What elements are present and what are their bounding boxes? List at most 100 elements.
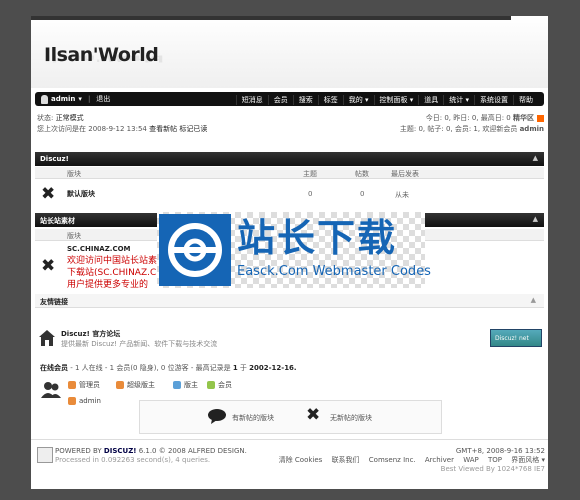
new-posts-links[interactable]: 查看新帖 标记已读 <box>149 125 207 133</box>
user-name[interactable]: admin <box>51 95 75 103</box>
forum-desc-line: 下载站(SC.CHINAZ.C <box>67 268 157 278</box>
discuz-badge[interactable]: Discuz! net <box>490 329 542 347</box>
col-forum: 版块 <box>67 170 81 178</box>
nav-separator: | <box>87 95 91 103</box>
server-time: GMT+8, 2008-9-16 13:52 <box>455 447 545 455</box>
forum-threads: 0 <box>308 190 313 198</box>
nav-item-stats[interactable]: 统计 ▾ <box>443 95 474 105</box>
links-title: 友情链接 <box>40 298 68 306</box>
processed-info: Processed in 0.092263 second(s), 4 queri… <box>55 456 211 464</box>
link-description: 提供最新 Discuz! 产品新闻、软件下载与技术交流 <box>61 340 218 348</box>
group-label: 版主 <box>184 381 198 389</box>
stats-totals: 主题: 0, 帖子: 0, 会员: 1, 欢迎新会员 <box>399 125 518 133</box>
collapse-icon[interactable]: ▲ <box>533 154 538 162</box>
nav-item-messages[interactable]: 短消息 <box>235 95 268 105</box>
online-user[interactable]: admin <box>68 397 101 405</box>
rss-icon[interactable] <box>537 114 544 122</box>
collapse-icon[interactable]: ▲ <box>531 296 536 304</box>
powered-prefix: POWERED BY <box>55 447 102 455</box>
nav-item-search[interactable]: 搜索 <box>292 95 318 105</box>
online-title[interactable]: 在线会员 <box>40 364 68 372</box>
contact-link[interactable]: 联系我们 <box>332 456 360 464</box>
nav-item-magic[interactable]: 道具 <box>418 95 443 105</box>
forum-last-post: 从未 <box>395 191 409 199</box>
collapse-icon[interactable]: ▲ <box>533 215 538 223</box>
watermark-logo-icon <box>159 214 231 286</box>
site-logo-reflection: Ilsan'World <box>44 53 164 63</box>
last-visit-label: 您上次访问是在 <box>37 125 86 133</box>
group-super-mod[interactable]: 超级版主 <box>116 380 155 390</box>
no-new-posts-icon: ✖ <box>306 405 321 425</box>
digest-link[interactable]: 精华区 <box>513 114 534 122</box>
table-header: 版块 主题 帖数 最后发表 <box>35 167 544 179</box>
badge-text: Discuz! net <box>495 335 529 342</box>
forum-legend: 有新帖的版块 ✖ 无新帖的版块 <box>139 400 442 434</box>
admin-icon <box>68 381 76 389</box>
nav-item-my[interactable]: 我的 ▾ <box>342 95 374 105</box>
discuz-link[interactable]: DISCUZ! <box>104 447 137 455</box>
group-label: 会员 <box>218 381 232 389</box>
user-icon <box>41 94 48 104</box>
group-mod[interactable]: 版主 <box>173 380 198 390</box>
powered-suffix: 6.1.0 © 2008 ALFRED DESIGN. <box>138 447 247 455</box>
links-header: 友情链接 ▲ <box>35 294 544 308</box>
col-last-post: 最后发表 <box>391 170 419 178</box>
online-record: 1 <box>232 364 238 372</box>
forum-desc-line: 欢迎访问中国站长站素 <box>67 256 158 266</box>
discuz-logo-icon <box>37 447 53 463</box>
no-new-posts-icon: ✖ <box>41 184 56 204</box>
new-posts-icon <box>208 409 226 424</box>
forum-description: 欢迎访问中国站长站素 下载站(SC.CHINAZ.C 用户提供更多专业的 <box>67 255 157 291</box>
top-navbar: admin ▾ | 退出 短消息 会员 搜索 标签 我的 ▾ 控制面板 ▾ 道具… <box>35 92 544 106</box>
last-visit-time: 2008-9-12 13:54 <box>88 125 147 133</box>
archiver-link[interactable]: Archiver <box>425 456 454 464</box>
category-title[interactable]: 站长站素材 <box>40 216 75 226</box>
online-record-date: 2002-12-16. <box>249 364 297 372</box>
chevron-down-icon[interactable]: ▾ <box>78 95 82 103</box>
nav-menu: 短消息 会员 搜索 标签 我的 ▾ 控制面板 ▾ 道具 统计 ▾ 系统设置 帮助 <box>235 95 538 105</box>
col-posts: 帖数 <box>355 170 369 178</box>
mod-icon <box>173 381 181 389</box>
watermark-emblem <box>168 223 222 277</box>
footer-right: GMT+8, 2008-9-16 13:52 清除 Cookies 联系我们 C… <box>272 447 545 474</box>
top-link[interactable]: TOP <box>488 456 502 464</box>
no-new-posts-icon: ✖ <box>41 256 56 276</box>
nav-item-help[interactable]: 帮助 <box>513 95 538 105</box>
forum-name[interactable]: SC.CHINAZ.COM <box>67 245 131 253</box>
status-label: 状态: <box>37 114 54 122</box>
nav-item-control-panel[interactable]: 控制面板 ▾ <box>373 95 419 105</box>
status-info: 状态: 正常模式 您上次访问是在 2008-9-12 13:54 查看新帖 标记… <box>37 113 207 135</box>
watermark-subtitle: Easck.Com Webmaster Codes <box>237 264 431 279</box>
style-switcher[interactable]: 界面风格 ▾ <box>511 456 545 464</box>
status-mode: 正常模式 <box>55 114 84 122</box>
member-icon <box>207 381 215 389</box>
group-label: 超级版主 <box>127 381 155 389</box>
stats-today: 今日: 0, 昨日: 0, 最高日: 0 <box>425 114 511 122</box>
admin-icon <box>68 397 76 405</box>
wap-link[interactable]: WAP <box>463 456 479 464</box>
best-viewed: Best Viewed By 1024*768 IE7 <box>440 465 545 473</box>
user-menu[interactable]: admin ▾ | 退出 <box>41 94 110 104</box>
legend-none-label: 无新帖的版块 <box>330 414 372 422</box>
top-cap-bar <box>31 16 511 20</box>
col-forum: 版块 <box>67 232 81 240</box>
group-member[interactable]: 会员 <box>207 380 232 390</box>
group-admin[interactable]: 管理员 <box>68 380 100 390</box>
watermark-title: 站长下载 <box>237 216 398 260</box>
nav-item-members[interactable]: 会员 <box>267 95 293 105</box>
logout-link[interactable]: 退出 <box>96 94 110 104</box>
forum-stats: 今日: 0, 昨日: 0, 最高日: 0 精华区 主题: 0, 帖子: 0, 会… <box>400 113 544 135</box>
forum-name[interactable]: 默认版块 <box>67 189 95 199</box>
link-name[interactable]: Discuz! 官方论坛 <box>61 329 120 339</box>
newest-member-link[interactable]: admin <box>520 125 544 133</box>
category-title[interactable]: Discuz! <box>40 155 69 163</box>
online-user-name: admin <box>79 397 101 405</box>
footer-left: POWERED BY DISCUZ! 6.1.0 © 2008 ALFRED D… <box>55 447 247 465</box>
footer-links: 清除 Cookies 联系我们 Comsenz Inc. Archiver WA… <box>272 456 545 465</box>
comsenz-link[interactable]: Comsenz Inc. <box>369 456 416 464</box>
nav-item-settings[interactable]: 系统设置 <box>474 95 513 105</box>
nav-item-tags[interactable]: 标签 <box>317 95 343 105</box>
clear-cookies-link[interactable]: 清除 Cookies <box>279 456 323 464</box>
group-label: 管理员 <box>79 381 100 389</box>
home-icon <box>39 330 55 346</box>
